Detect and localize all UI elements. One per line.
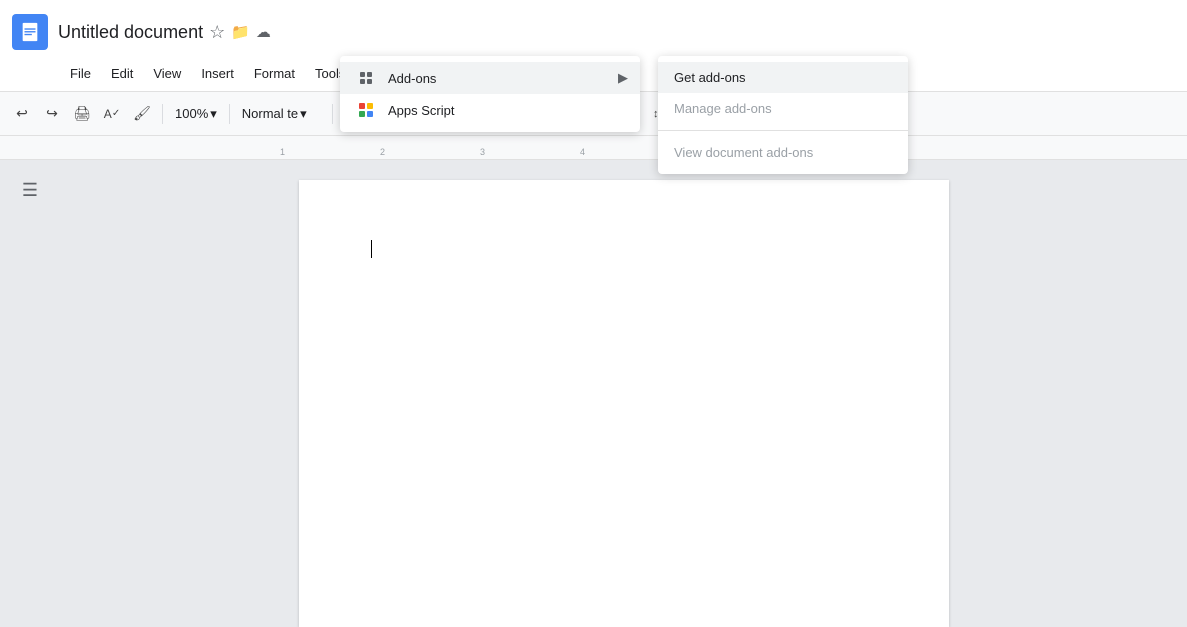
doc-title-area: Untitled document ☆ 📁 ☁ (58, 22, 271, 43)
addons-subdropdown: Get add-ons Manage add-ons View document… (658, 56, 908, 174)
cloud-icon[interactable]: ☁ (256, 23, 271, 41)
menu-item-edit[interactable]: Edit (101, 62, 143, 85)
ruler-tick-1: 1 (280, 147, 285, 157)
toolbar-divider-3 (332, 104, 333, 124)
folder-icon[interactable]: 📁 (231, 23, 250, 41)
ruler-content: 1 2 3 4 5 (60, 136, 1187, 159)
view-doc-addons-item[interactable]: View document add-ons (658, 137, 908, 168)
sidebar-outline-icon[interactable]: ☰ (22, 180, 38, 201)
manage-addons-item[interactable]: Manage add-ons (658, 93, 908, 124)
extensions-dropdown: Add-ons ▶ Apps Script (340, 56, 640, 132)
doc-area: ☰ (0, 160, 1187, 627)
ruler-tick-3: 3 (480, 147, 485, 157)
addons-menu-item[interactable]: Add-ons ▶ (340, 62, 640, 94)
zoom-value: 100% (175, 106, 208, 121)
title-bar: Untitled document ☆ 📁 ☁ (0, 0, 1187, 56)
apps-script-label: Apps Script (388, 103, 454, 118)
menu-item-file[interactable]: File (60, 62, 101, 85)
toolbar-divider-2 (229, 104, 230, 124)
apps-script-icon (356, 102, 376, 118)
subdropdown-divider (658, 130, 908, 131)
manage-addons-label: Manage add-ons (674, 101, 772, 116)
style-arrow: ▾ (300, 106, 307, 122)
ruler-tick-4: 4 (580, 147, 585, 157)
redo-button[interactable]: ↪ (38, 100, 66, 128)
spellcheck-button[interactable]: A✓ (98, 100, 126, 128)
text-cursor (371, 240, 372, 258)
addons-arrow-icon: ▶ (618, 70, 628, 86)
style-selector[interactable]: Normal te ▾ (236, 104, 326, 124)
addons-icon (356, 70, 376, 86)
print-button[interactable]: 🖨 (68, 100, 96, 128)
menu-item-format[interactable]: Format (244, 62, 305, 85)
left-sidebar: ☰ (0, 160, 60, 627)
get-addons-label: Get add-ons (674, 70, 746, 85)
toolbar-divider-1 (162, 104, 163, 124)
page-container (60, 160, 1187, 627)
zoom-selector[interactable]: 100% ▾ (169, 104, 223, 124)
star-icon[interactable]: ☆ (209, 22, 225, 43)
undo-button[interactable]: ↩ (8, 100, 36, 128)
get-addons-item[interactable]: Get add-ons (658, 62, 908, 93)
ruler-tick-2: 2 (380, 147, 385, 157)
addons-label: Add-ons (388, 71, 436, 86)
app-icon (12, 14, 48, 50)
zoom-arrow: ▾ (210, 106, 217, 122)
paint-format-button[interactable]: 🖌 (128, 100, 156, 128)
menu-item-insert[interactable]: Insert (191, 62, 244, 85)
document-page[interactable] (299, 180, 949, 627)
doc-title[interactable]: Untitled document (58, 22, 203, 43)
menu-item-view[interactable]: View (143, 62, 191, 85)
ruler: 1 2 3 4 5 (0, 136, 1187, 160)
view-doc-addons-label: View document add-ons (674, 145, 813, 160)
apps-script-menu-item[interactable]: Apps Script (340, 94, 640, 126)
title-icons: ☆ 📁 ☁ (209, 22, 271, 43)
style-value: Normal te (242, 106, 298, 121)
